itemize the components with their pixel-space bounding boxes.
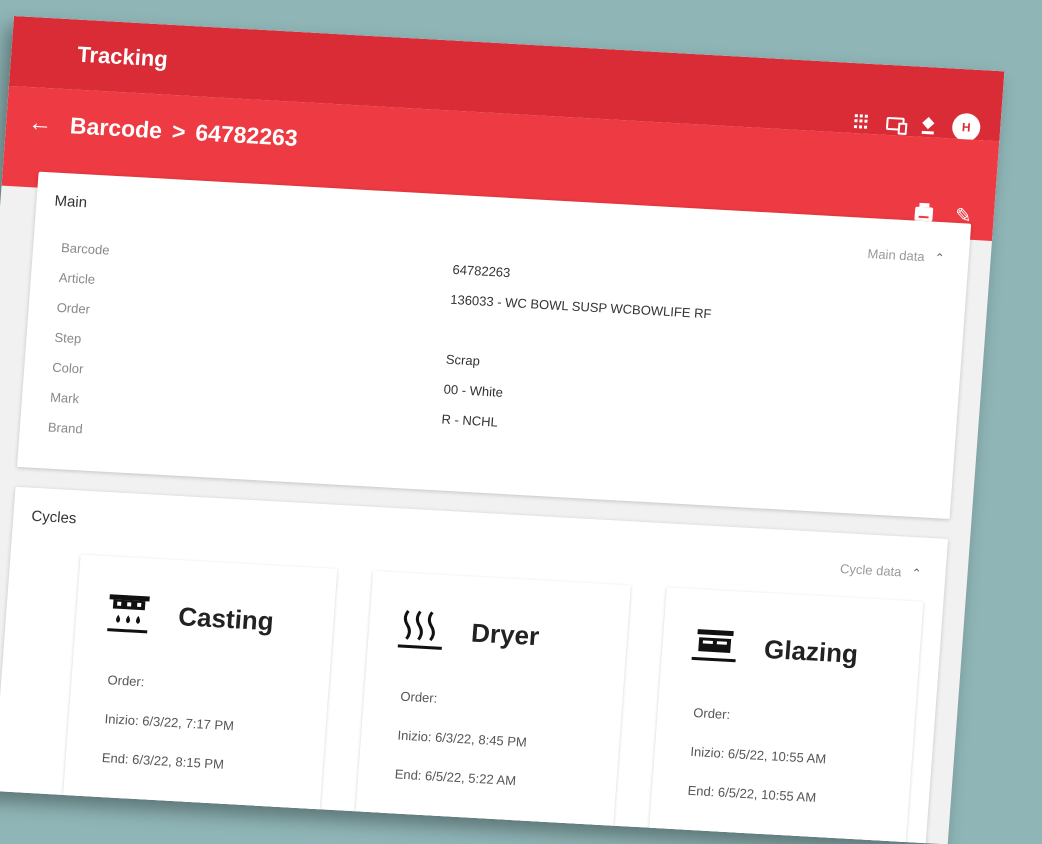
cycle-order: Order: [399, 688, 438, 706]
cycle-header: Casting [75, 555, 338, 651]
glazing-icon [691, 629, 736, 663]
paint-bucket-icon[interactable]: ◆ [921, 114, 935, 135]
main-data-toggle-label: Main data [867, 246, 926, 265]
print-icon[interactable] [914, 206, 934, 222]
cycle-list: Casting Order: Inizio: 6/3/22, 7:17 PM E… [61, 554, 924, 844]
cycle-name: Casting [177, 600, 275, 636]
field-label: Brand [47, 419, 84, 437]
field-label: Barcode [60, 240, 111, 258]
chevron-up-icon: ⌃ [910, 565, 923, 581]
cycle-data-toggle-label: Cycle data [839, 560, 903, 580]
cycles-card: Cycles Cycle data ⌃ Casting Order: Inizi… [0, 486, 949, 844]
app-window: Tracking ◆ H ← Barcode > 64782263 ✎ Main… [0, 16, 1005, 844]
main-data-toggle[interactable]: Main data ⌃ [867, 246, 945, 265]
main-labels: Barcode Article Order Step Color Mark Br… [47, 233, 111, 445]
cycle-start: Inizio: 6/3/22, 8:45 PM [397, 727, 528, 750]
field-label: Step [54, 329, 82, 347]
main-card-title: Main [53, 192, 88, 212]
cycle-card-glazing[interactable]: Glazing Order: Inizio: 6/5/22, 10:55 AM … [647, 587, 924, 844]
heat-icon [398, 610, 443, 650]
cycle-name: Glazing [763, 633, 860, 669]
main-values: 64782263 136033 - WC BOWL SUSP WCBOWLIFE… [438, 255, 714, 479]
field-label: Article [58, 269, 96, 287]
back-arrow-icon[interactable]: ← [27, 109, 53, 138]
cycle-end: End: 6/5/22, 5:22 AM [394, 766, 517, 789]
breadcrumb: ← Barcode > 64782263 [27, 109, 298, 152]
cycle-header: Dryer [368, 571, 631, 667]
cycle-card-casting[interactable]: Casting Order: Inizio: 6/3/22, 7:17 PM E… [61, 554, 338, 829]
field-label: Order [56, 299, 91, 317]
cycle-data-toggle[interactable]: Cycle data ⌃ [840, 561, 922, 581]
cycle-start: Inizio: 6/3/22, 7:17 PM [104, 711, 235, 734]
cycle-order: Order: [692, 705, 731, 723]
field-label: Color [51, 359, 84, 377]
chevron-up-icon: ⌃ [934, 250, 946, 265]
breadcrumb-current: 64782263 [194, 118, 299, 151]
breadcrumb-section[interactable]: Barcode [69, 112, 163, 144]
avatar[interactable]: H [951, 112, 982, 143]
cycle-start: Inizio: 6/5/22, 10:55 AM [689, 743, 827, 767]
cycle-end: End: 6/5/22, 10:55 AM [687, 782, 817, 805]
breadcrumb-separator: > [171, 117, 187, 145]
apps-grid-icon[interactable] [854, 114, 869, 129]
cycle-header: Glazing [660, 587, 923, 683]
app-title: Tracking [76, 41, 169, 72]
cycles-card-title: Cycles [30, 507, 77, 528]
devices-icon[interactable] [885, 116, 905, 131]
main-card: Main Main data ⌃ Barcode Article Order S… [16, 171, 972, 520]
menu-icon[interactable] [33, 44, 56, 61]
casting-icon [107, 594, 150, 634]
field-label: Mark [49, 389, 80, 407]
cycle-card-dryer[interactable]: Dryer Order: Inizio: 6/3/22, 8:45 PM End… [354, 570, 631, 844]
cycle-end: End: 6/3/22, 8:15 PM [101, 750, 225, 772]
cycle-name: Dryer [470, 617, 541, 651]
cycle-order: Order: [107, 672, 145, 690]
